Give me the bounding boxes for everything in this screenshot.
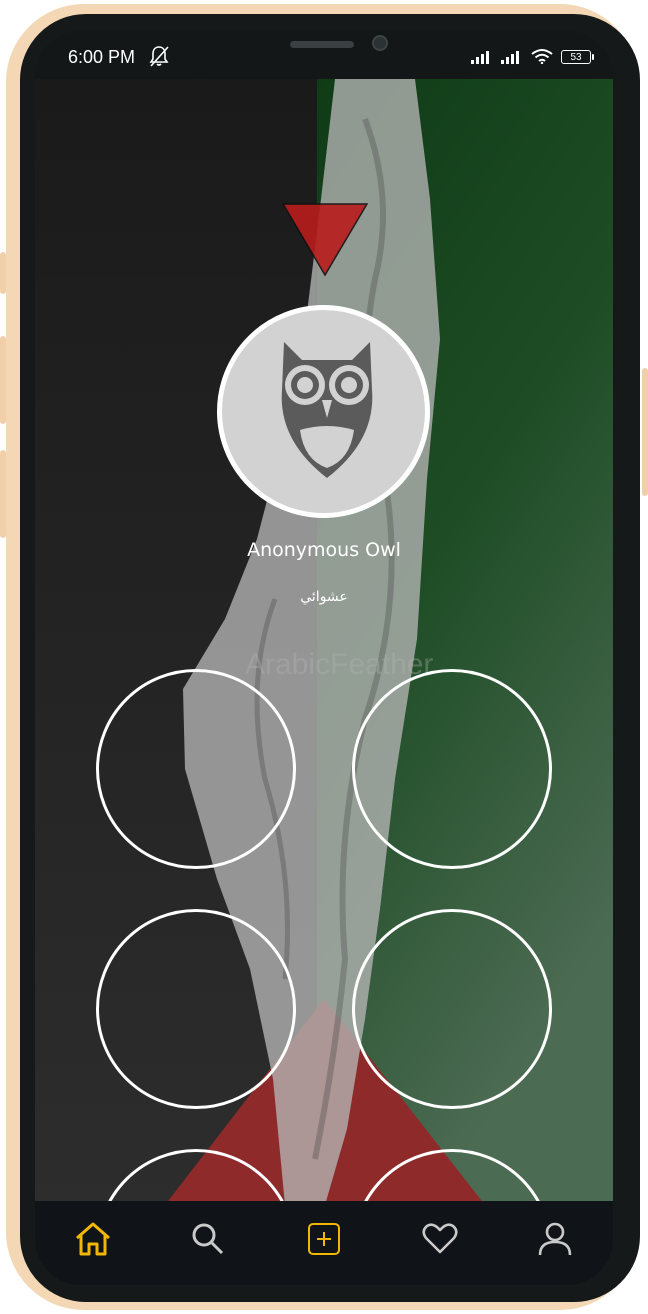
- nav-profile[interactable]: [535, 1219, 575, 1259]
- profile-avatar[interactable]: [217, 305, 430, 518]
- nav-search[interactable]: [188, 1219, 228, 1259]
- home-icon: [75, 1222, 110, 1256]
- phone-screen: 6:00 PM 53 Anonymous Owl عشوائي ArabicFe…: [35, 31, 613, 1285]
- heart-icon: [422, 1223, 458, 1254]
- side-button: [0, 252, 6, 294]
- user-icon: [538, 1222, 572, 1256]
- side-button: [0, 336, 6, 424]
- profile-tag: عشوائي: [300, 589, 348, 605]
- bottom-nav: [35, 1201, 613, 1285]
- search-icon: [192, 1223, 224, 1255]
- side-button: [642, 368, 648, 496]
- status-time: 6:00 PM: [68, 47, 136, 67]
- empty-slot[interactable]: [352, 909, 552, 1109]
- camera-notch: [182, 31, 468, 77]
- bell-off-icon: [149, 46, 169, 67]
- nav-home[interactable]: [73, 1219, 113, 1259]
- owl-icon: [281, 342, 373, 478]
- empty-slot[interactable]: [96, 669, 296, 869]
- add-icon: [307, 1223, 340, 1255]
- empty-slot[interactable]: [96, 909, 296, 1109]
- nav-favorites[interactable]: [420, 1219, 460, 1259]
- battery-indicator: 53: [561, 50, 594, 64]
- side-button: [0, 450, 6, 538]
- signal-icon: [501, 51, 519, 64]
- nav-add[interactable]: [304, 1219, 344, 1259]
- front-camera: [372, 35, 388, 51]
- empty-slot[interactable]: [352, 669, 552, 869]
- profile-name: Anonymous Owl: [247, 539, 401, 561]
- signal-icon: [471, 51, 489, 64]
- speaker: [290, 41, 354, 48]
- watermark: ArabicFeather: [245, 648, 434, 681]
- wifi-icon: [531, 49, 553, 64]
- red-triangle-marker: [282, 203, 368, 277]
